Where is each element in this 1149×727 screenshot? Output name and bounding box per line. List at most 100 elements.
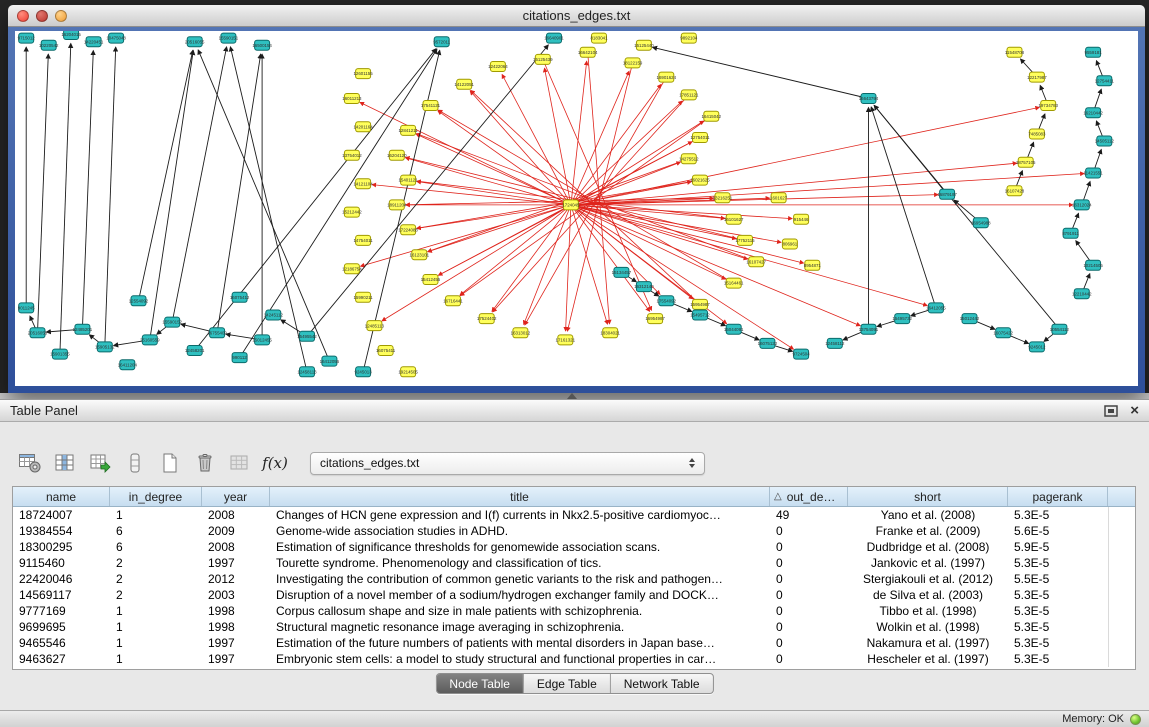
table-cell[interactable]: 1 [110, 635, 202, 651]
graph-node[interactable]: 16755409 [207, 328, 227, 338]
column-header-out-degree[interactable]: △ out_de… [770, 487, 848, 506]
graph-node[interactable]: 1724045 [562, 200, 580, 210]
table-cell[interactable]: Dudbridge et al. (2008) [848, 539, 1008, 555]
graph-node[interactable]: 9245012 [1028, 342, 1046, 352]
graph-node[interactable]: 16204015 [61, 31, 81, 40]
graph-node[interactable]: 17851121 [679, 90, 699, 100]
graph-node[interactable]: 16642104 [578, 47, 598, 57]
graph-node[interactable]: 15495542 [297, 331, 317, 341]
graph-node[interactable]: 16101627 [724, 214, 744, 224]
table-row[interactable]: 911546021997Tourette syndrome. Phenomeno… [13, 555, 1135, 571]
table-cell[interactable]: Investigating the contribution of common… [270, 571, 770, 587]
graph-node[interactable]: 9724504 [793, 349, 811, 359]
graph-node[interactable]: 16075122 [758, 338, 778, 348]
graph-node[interactable]: 17224088 [398, 225, 418, 235]
graph-node[interactable]: 14201164 [353, 122, 373, 132]
graph-node[interactable]: 9572011 [433, 37, 450, 47]
table-cell[interactable]: 1 [110, 619, 202, 635]
table-cell[interactable]: 0 [770, 603, 848, 619]
window-titlebar[interactable]: citations_edges.txt [8, 5, 1145, 27]
graph-node[interactable]: 16643794 [859, 94, 879, 104]
graph-node[interactable]: 12554092 [129, 296, 149, 306]
graph-node[interactable]: 16500154 [252, 40, 272, 50]
table-cell[interactable]: 5.9E-5 [1008, 539, 1108, 555]
table-row[interactable]: 1872400712008Changes of HCN gene express… [13, 507, 1135, 523]
graph-node[interactable]: 12601155 [353, 69, 373, 79]
graph-node[interactable]: 915446 [794, 214, 809, 224]
table-cell[interactable]: 0 [770, 635, 848, 651]
table-cell[interactable]: 18724007 [13, 507, 110, 523]
graph-node[interactable]: 12458112 [825, 338, 845, 348]
network-canvas[interactable]: 1724045151254391664210418122159169016241… [15, 31, 1138, 386]
graph-node[interactable]: 18122159 [623, 58, 643, 68]
table-cell[interactable]: 1 [110, 603, 202, 619]
column-header-in-degree[interactable]: in_degree [110, 487, 202, 506]
column-header-year[interactable]: year [202, 487, 270, 506]
table-cell[interactable]: 0 [770, 539, 848, 555]
table-cell[interactable]: 6 [110, 523, 202, 539]
graph-node[interactable]: 8183041 [590, 33, 608, 43]
graph-node[interactable]: 18911204 [387, 200, 407, 210]
graph-node[interactable]: 16716441 [443, 296, 463, 306]
table-cell[interactable]: Embryonic stem cells: a model to study s… [270, 651, 770, 667]
graph-node[interactable]: 16075412 [230, 292, 250, 302]
graph-node[interactable]: 19734783 [1038, 101, 1058, 111]
table-cell[interactable]: 2008 [202, 539, 270, 555]
table-cell[interactable]: 1 [110, 507, 202, 523]
graph-node[interactable]: 12217987 [1027, 72, 1047, 82]
graph-node[interactable]: 14245112 [264, 310, 284, 320]
graph-node[interactable]: 15590151 [219, 33, 239, 43]
close-panel-icon[interactable]: × [1130, 403, 1139, 418]
graph-node[interactable]: 16640901 [544, 33, 564, 43]
select-columns-button[interactable] [51, 449, 79, 477]
graph-node[interactable]: 17524402 [477, 314, 497, 324]
table-cell[interactable]: 2 [110, 571, 202, 587]
table-cell[interactable]: Estimation of the future numbers of pati… [270, 635, 770, 651]
table-cell[interactable]: 5.5E-5 [1008, 571, 1108, 587]
table-cell[interactable]: 22420046 [13, 571, 110, 587]
table-cell[interactable]: Estimation of significance thresholds fo… [270, 539, 770, 555]
float-panel-icon[interactable] [1104, 405, 1118, 417]
graph-node[interactable]: 12458201 [185, 346, 205, 356]
graph-node[interactable]: 17161321 [556, 335, 576, 345]
table-row[interactable]: 946362711997Embryonic stem cells: a mode… [13, 651, 1135, 667]
close-window-button[interactable] [17, 10, 29, 22]
graph-node[interactable]: 14275512 [679, 154, 699, 164]
table-cell[interactable]: Stergiakouli et al. (2012) [848, 571, 1008, 587]
graph-node[interactable]: 16415042 [702, 111, 722, 121]
column-header-title[interactable]: title [270, 487, 770, 506]
graph-node[interactable]: 15012442 [960, 314, 980, 324]
table-cell[interactable]: 5.3E-5 [1008, 555, 1108, 571]
graph-node[interactable]: 12186754 [342, 264, 362, 274]
graph-node[interactable]: 15125439 [533, 54, 553, 64]
table-row[interactable]: 1938455462009Genome-wide association stu… [13, 523, 1135, 539]
graph-node[interactable]: 16011213 [342, 94, 362, 104]
table-cell[interactable]: 49 [770, 507, 848, 523]
graph-node[interactable]: 9011245 [18, 303, 35, 313]
graph-node[interactable]: 20516055 [185, 37, 205, 47]
graph-node[interactable]: 10220542 [39, 40, 59, 50]
zoom-window-button[interactable] [55, 10, 67, 22]
table-cell[interactable]: Genome-wide association studies in ADHD. [270, 523, 770, 539]
graph-node[interactable]: 13754012 [342, 150, 362, 160]
graph-node[interactable]: 25160559 [140, 335, 160, 345]
table-cell[interactable]: 19384554 [13, 523, 110, 539]
column-button[interactable] [121, 449, 149, 477]
graph-node[interactable]: 16312024 [1072, 200, 1092, 210]
graph-node[interactable]: 15901355 [50, 349, 70, 359]
table-cell[interactable]: 5.3E-5 [1008, 651, 1108, 667]
table-row[interactable]: 1830029562008Estimation of significance … [13, 539, 1135, 555]
graph-node[interactable]: 16123101 [410, 250, 430, 260]
graph-node[interactable]: 14505112 [1095, 136, 1115, 146]
table-cell[interactable]: Hescheler et al. (1997) [848, 651, 1008, 667]
graph-node[interactable]: 13754091 [859, 324, 879, 334]
graph-node[interactable]: 16901624 [657, 72, 677, 82]
table-row[interactable]: 2242004622012Investigating the contribut… [13, 571, 1135, 587]
graph-node[interactable]: 15954987 [690, 299, 710, 309]
graph-node[interactable]: 806961 [782, 239, 797, 249]
table-cell[interactable]: 1997 [202, 635, 270, 651]
tab-edge-table[interactable]: Edge Table [524, 674, 611, 693]
table-cell[interactable]: 0 [770, 651, 848, 667]
graph-node[interactable]: 15990211 [353, 292, 373, 302]
table-cell[interactable]: 1997 [202, 555, 270, 571]
